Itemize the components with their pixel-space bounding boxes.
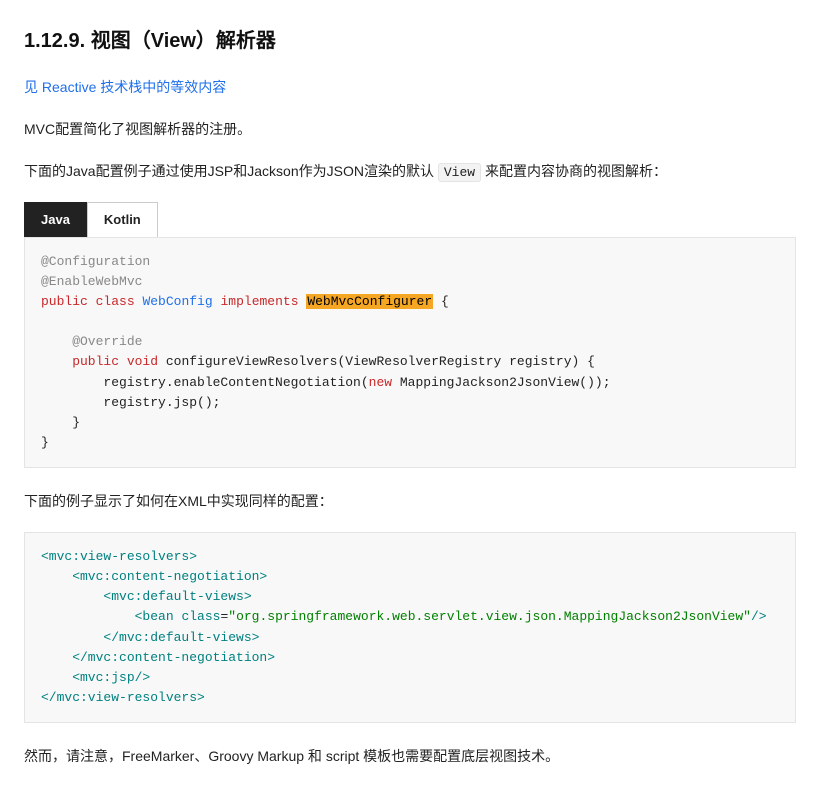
annotation-enablewebmvc: @EnableWebMvc [41, 274, 142, 289]
line7: registry.jsp(); [41, 395, 220, 410]
view-inline-code: View [438, 163, 481, 182]
section-heading: 1.12.9. 视图（View）解析器 [24, 24, 796, 58]
xml-l5: </mvc:default-views> [41, 630, 259, 645]
java-code-block: @Configuration @EnableWebMvc public clas… [24, 237, 796, 468]
annotation-configuration: @Configuration [41, 254, 150, 269]
xml-l1: <mvc:view-resolvers> [41, 549, 197, 564]
kw-public2: public [41, 354, 119, 369]
highlight-webmvcconfigurer: WebMvcConfigurer [306, 294, 433, 309]
xml-l4-str: "org.springframework.web.servlet.view.js… [228, 609, 751, 624]
xml-l6: </mvc:content-negotiation> [41, 650, 275, 665]
line6a: registry.enableContentNegotiation( [41, 375, 369, 390]
kw-public: public [41, 294, 88, 309]
kw-implements: implements [220, 294, 298, 309]
tab-java[interactable]: Java [24, 202, 87, 237]
xml-l4a: <bean [41, 609, 181, 624]
method-sig: configureViewResolvers(ViewResolverRegis… [158, 354, 595, 369]
kw-class: class [96, 294, 135, 309]
kw-void: void [127, 354, 158, 369]
para1-after: 来配置内容协商的视图解析： [481, 163, 667, 179]
xml-code-block: <mvc:view-resolvers> <mvc:content-negoti… [24, 532, 796, 723]
para1-before: 下面的Java配置例子通过使用JSP和Jackson作为JSON渲染的默认 [24, 163, 438, 179]
annotation-override: @Override [41, 334, 142, 349]
code-tabs: Java Kotlin [24, 202, 796, 237]
xml-l4-attr: class [181, 609, 220, 624]
intro-paragraph: MVC配置简化了视图解析器的注册。 [24, 118, 796, 142]
line8: } [41, 415, 80, 430]
brace-open: { [433, 294, 449, 309]
tab-kotlin[interactable]: Kotlin [87, 202, 158, 237]
xml-l7: <mvc:jsp/> [41, 670, 150, 685]
line6b: MappingJackson2JsonView()); [392, 375, 610, 390]
xml-l2: <mvc:content-negotiation> [41, 569, 267, 584]
line9: } [41, 435, 49, 450]
xml-l3: <mvc:default-views> [41, 589, 252, 604]
type-webconfig: WebConfig [142, 294, 212, 309]
kw-new: new [369, 375, 392, 390]
xml-l4b: /> [751, 609, 767, 624]
reactive-link[interactable]: 见 Reactive 技术栈中的等效内容 [24, 76, 796, 100]
xml-l8: </mvc:view-resolvers> [41, 690, 205, 705]
note-paragraph: 然而，请注意，FreeMarker、Groovy Markup 和 script… [24, 745, 796, 769]
xml-intro-paragraph: 下面的例子显示了如何在XML中实现同样的配置： [24, 490, 796, 514]
java-config-paragraph: 下面的Java配置例子通过使用JSP和Jackson作为JSON渲染的默认 Vi… [24, 160, 796, 184]
